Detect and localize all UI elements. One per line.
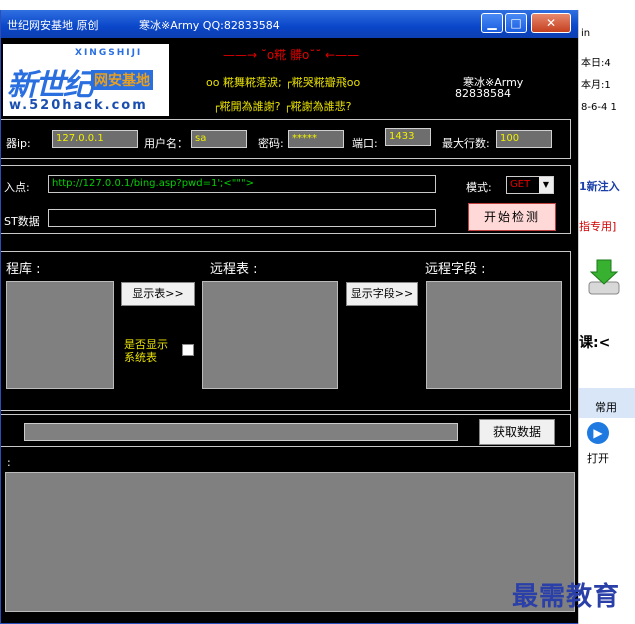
close-button[interactable]: ✕ bbox=[531, 13, 571, 33]
table-list[interactable] bbox=[202, 281, 338, 389]
app-window: 世纪网安基地 原创 寒冰※Army QQ:82833584 ▁ □ ✕ XING… bbox=[0, 10, 580, 624]
minimize-button[interactable]: ▁ bbox=[481, 13, 503, 33]
start-detect-button[interactable]: 开始检测 bbox=[468, 203, 556, 231]
chevron-down-icon[interactable]: ▼ bbox=[539, 177, 553, 193]
server-input[interactable]: 127.0.0.1 bbox=[52, 130, 138, 148]
show-tables-button[interactable]: 显示表>> bbox=[121, 282, 195, 306]
field-list[interactable] bbox=[426, 281, 562, 389]
database-list[interactable] bbox=[6, 281, 114, 389]
background-browser-pane: in 本日:4 本月:1 8-6-4 1 1新注入 指专用] 课:< 常用 ▶ … bbox=[578, 10, 635, 624]
inject-point-label: 入点: bbox=[4, 181, 30, 194]
logo-pinyin: XINGSHIJI bbox=[75, 48, 143, 58]
banner-qq: 82838584 bbox=[455, 87, 511, 100]
side-text-5: 课:< bbox=[579, 335, 611, 351]
mode-label: 模式: bbox=[466, 181, 492, 194]
banner-line2: ┌糀開為誰謝? ┌糀謝為誰悲? bbox=[213, 100, 352, 113]
side-text-2: 本日:4 bbox=[581, 58, 611, 69]
maximize-button[interactable]: □ bbox=[505, 13, 527, 33]
banner-deco: ——→ ˘o糀 髒o˘˘ ←—— bbox=[223, 48, 360, 62]
side-text-3: 本月:1 bbox=[581, 80, 611, 91]
result-label: : bbox=[7, 456, 11, 469]
remote-table-label: 远程表 : bbox=[210, 262, 258, 277]
title-bar: 世纪网安基地 原创 寒冰※Army QQ:82833584 ▁ □ ✕ bbox=[1, 10, 579, 38]
port-label: 端口: bbox=[352, 137, 378, 150]
window-title: 世纪网安基地 原创 bbox=[7, 19, 99, 32]
system-tables-checkbox[interactable] bbox=[182, 344, 194, 356]
show-fields-button[interactable]: 显示字段>> bbox=[346, 282, 418, 306]
banner: XINGSHIJI 新世纪 网安基地 w.520hack.com ——→ ˘o糀… bbox=[1, 38, 579, 120]
download-icon[interactable] bbox=[583, 256, 625, 298]
banner-line1: oo 糀舞糀落淚; ┌糀哭糀瓣飛oo bbox=[206, 76, 361, 89]
result-area[interactable] bbox=[5, 472, 575, 612]
system-tables-label2: 系统表 bbox=[124, 351, 157, 364]
mode-select[interactable]: GET ▼ bbox=[506, 176, 554, 194]
play-icon[interactable]: ▶ bbox=[587, 422, 609, 444]
watermark: 最需教育 bbox=[512, 582, 621, 612]
remote-field-label: 远程字段 : bbox=[425, 262, 486, 277]
side-link-1[interactable]: 1新注入 bbox=[579, 178, 620, 194]
password-label: 密码: bbox=[258, 137, 284, 150]
port-input[interactable]: 1433 bbox=[385, 128, 431, 146]
inject-url-input[interactable]: http://127.0.0.1/bing.asp?pwd=1';<"""> bbox=[48, 175, 436, 193]
connection-panel: 器ip: 127.0.0.1 用户名： sa 密码: ***** 端口: 143… bbox=[1, 119, 571, 159]
side-open-button[interactable]: 打开 bbox=[587, 450, 609, 466]
site-logo: XINGSHIJI 新世纪 网安基地 w.520hack.com bbox=[3, 44, 169, 116]
side-menu-common[interactable]: 常用 bbox=[595, 399, 617, 415]
post-data-label: ST数据 bbox=[4, 215, 40, 228]
window-author: 寒冰※Army QQ:82833584 bbox=[139, 19, 280, 32]
logo-url: w.520hack.com bbox=[9, 98, 148, 113]
side-text-1: in bbox=[581, 28, 591, 39]
server-label: 器ip: bbox=[6, 137, 31, 150]
injection-panel: 入点: http://127.0.0.1/bing.asp?pwd=1';<""… bbox=[1, 165, 571, 234]
remote-db-label: 程库 : bbox=[6, 262, 41, 277]
mode-value: GET bbox=[510, 179, 531, 190]
fetch-data-button[interactable]: 获取数据 bbox=[479, 419, 555, 445]
max-rows-input[interactable]: 100 bbox=[496, 130, 552, 148]
side-text-4: 8-6-4 1 bbox=[581, 102, 617, 113]
max-rows-label: 最大行数: bbox=[442, 137, 490, 150]
side-link-2[interactable]: 指专用] bbox=[579, 218, 616, 234]
logo-subtext: 网安基地 bbox=[91, 70, 153, 90]
user-input[interactable]: sa bbox=[191, 130, 247, 148]
progress-bar bbox=[24, 423, 458, 441]
post-data-input[interactable] bbox=[48, 209, 436, 227]
password-input[interactable]: ***** bbox=[288, 130, 344, 148]
fetch-panel: 获取数据 bbox=[1, 414, 571, 447]
remote-panel: 程库 : 远程表 : 远程字段 : 显示表>> 是否显示 系统表 显示字段>> bbox=[1, 251, 571, 411]
user-label: 用户名： bbox=[144, 137, 188, 150]
